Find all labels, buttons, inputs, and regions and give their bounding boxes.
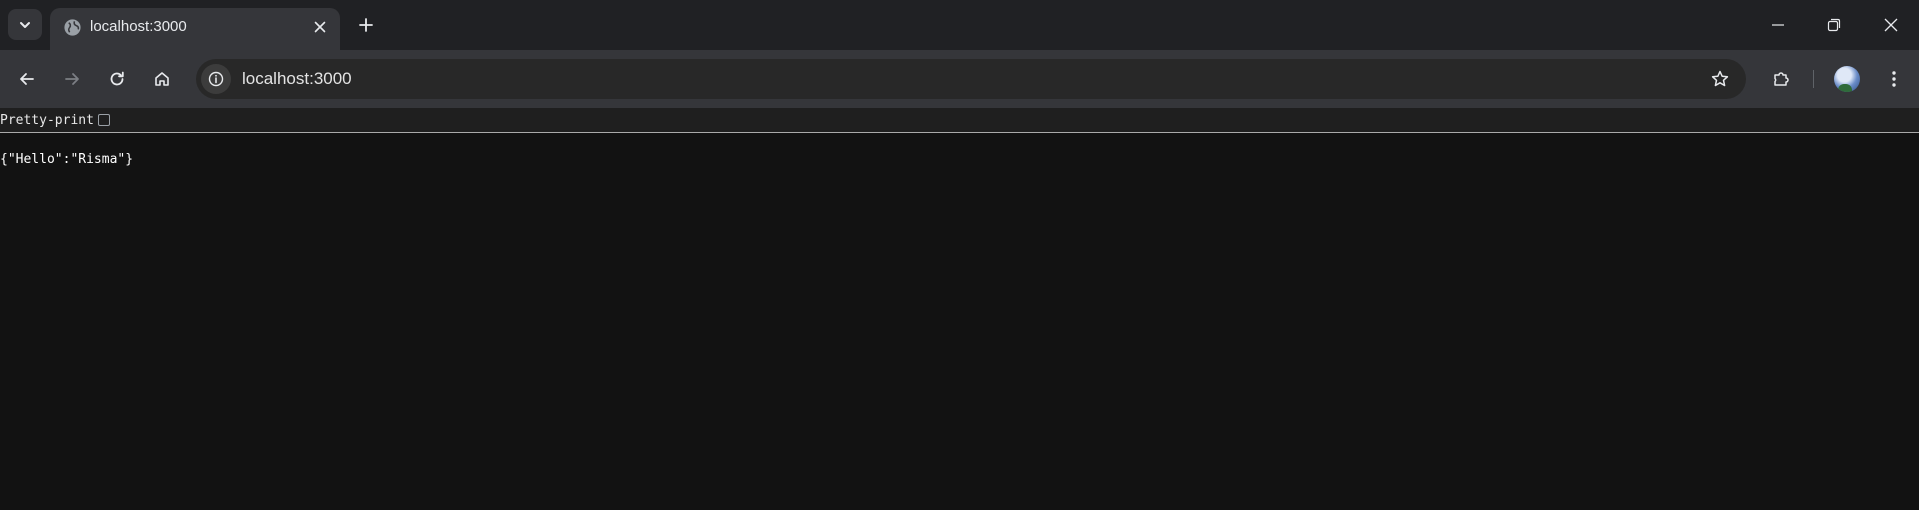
address-bar[interactable]: localhost:3000 [196,59,1746,99]
close-icon [314,21,326,33]
close-window-button[interactable] [1863,0,1919,50]
active-tab[interactable]: localhost:3000 [50,8,340,50]
back-button[interactable] [11,63,43,95]
star-icon [1710,69,1730,89]
forward-button[interactable] [56,63,88,95]
url-text[interactable]: localhost:3000 [242,69,352,89]
home-icon [153,70,171,88]
close-icon [1884,18,1898,32]
pretty-print-checkbox[interactable] [97,114,110,126]
plus-icon [358,17,374,33]
site-info-button[interactable] [201,64,231,94]
browser-toolbar: localhost:3000 [0,50,1919,108]
puzzle-icon [1771,69,1791,89]
pretty-print-label: Pretty-print [0,112,94,128]
restore-button[interactable] [1806,0,1862,50]
minimize-icon [1771,18,1785,32]
browser-menu-button[interactable] [1878,63,1910,95]
restore-icon [1827,18,1841,32]
reload-icon [108,70,126,88]
kebab-menu-icon [1891,70,1897,88]
chevron-down-icon [18,18,32,32]
profile-avatar[interactable] [1834,66,1860,92]
forward-arrow-icon [63,70,81,88]
globe-icon [63,18,82,37]
back-arrow-icon [18,70,36,88]
new-tab-button[interactable] [352,11,380,39]
pretty-print-toggle[interactable]: Pretty-print [0,113,110,128]
tab-search-button[interactable] [8,9,42,40]
info-icon [208,71,224,87]
tab-title: localhost:3000 [90,18,187,35]
reload-button[interactable] [101,63,133,95]
extensions-button[interactable] [1765,63,1797,95]
home-button[interactable] [146,63,178,95]
pretty-print-bar: Pretty-print [0,108,1919,133]
json-response-text: {"Hello":"Risma"} [0,152,134,167]
tab-strip: localhost:3000 [0,0,1919,50]
close-tab-button[interactable] [308,15,332,39]
minimize-button[interactable] [1750,0,1806,50]
toolbar-separator [1813,70,1814,88]
bookmark-button[interactable] [1706,65,1734,93]
